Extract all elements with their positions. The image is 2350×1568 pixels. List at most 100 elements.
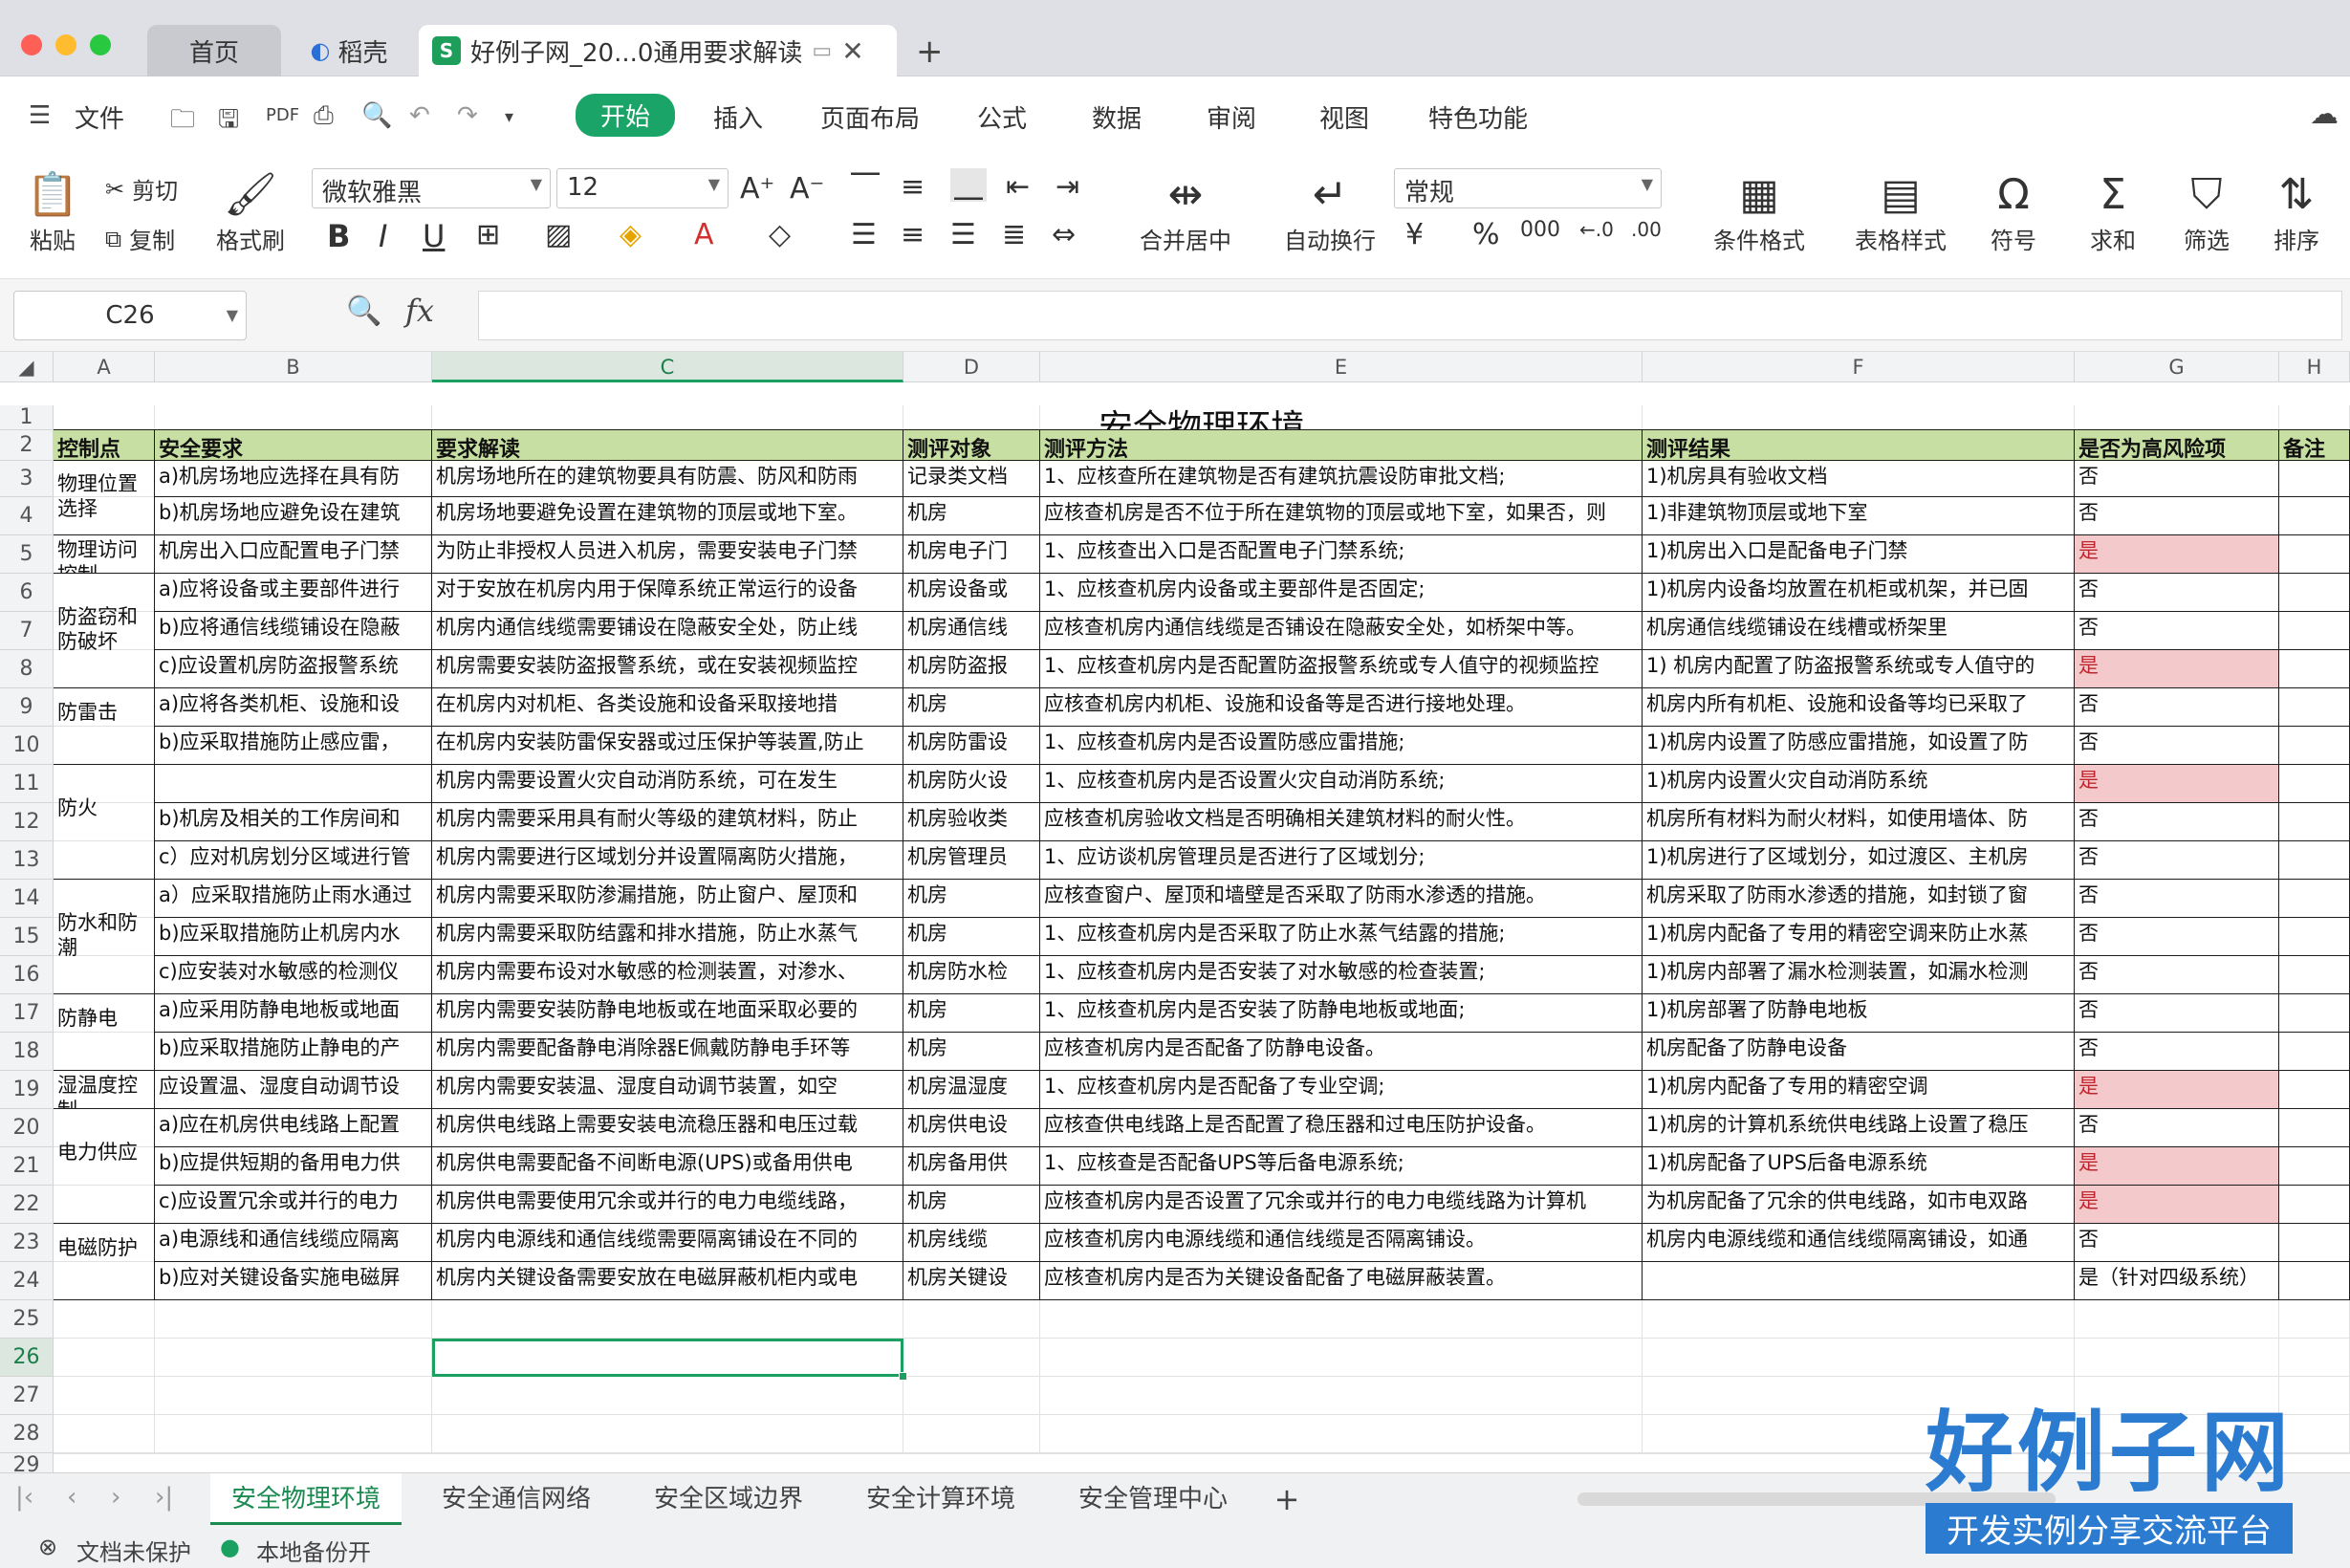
test-method-cell[interactable]: 应核查机房是否不位于所在建筑物的顶层或地下室，如果否，则 <box>1040 497 1643 535</box>
interpretation-cell[interactable]: 机房供电需要配备不间断电源(UPS)或备用供电 <box>432 1147 903 1186</box>
interpretation-cell[interactable]: 机房内需要采取防渗漏措施，防止窗户、屋顶和 <box>432 880 903 918</box>
test-method-cell[interactable]: 应核查机房内电源线缆和通信线缆是否隔离铺设。 <box>1040 1224 1643 1262</box>
protect-status[interactable]: 文档未保护 <box>76 1534 191 1567</box>
remark-cell[interactable] <box>2279 994 2350 1033</box>
test-result-cell[interactable]: 1)机房具有验收文档 <box>1643 461 2075 497</box>
row-header-19[interactable]: 19 <box>0 1071 54 1109</box>
cloud-icon[interactable]: ☁ <box>2310 98 2339 131</box>
requirement-cell[interactable]: b)应采取措施防止静电的产 <box>155 1033 432 1071</box>
requirement-cell[interactable]: b)应提供短期的备用电力供 <box>155 1147 432 1186</box>
quick-access-chevron-icon[interactable]: ▾ <box>505 107 513 127</box>
conditional-format-button[interactable]: ▦ 条件格式 <box>1692 168 1826 255</box>
align-bottom-icon[interactable]: ⎽ <box>950 168 987 202</box>
test-object-cell[interactable]: 机房 <box>903 497 1040 535</box>
sort-button[interactable]: ⇅ 排序 <box>2258 168 2335 255</box>
pdf-icon[interactable]: PDF <box>266 105 299 125</box>
test-object-cell[interactable]: 记录类文档 <box>903 461 1040 497</box>
align-middle-icon[interactable]: ≡ <box>901 170 925 204</box>
interpretation-cell[interactable]: 对于安放在机房内用于保障系统正常运行的设备 <box>432 574 903 612</box>
interpretation-cell[interactable]: 机房内需要安装防静电地板或在地面采取必要的 <box>432 994 903 1033</box>
test-method-cell[interactable]: 1、应核查所在建筑物是否有建筑抗震设防审批文档; <box>1040 461 1643 497</box>
test-result-cell[interactable]: 机房内电源线缆和通信线缆隔离铺设，如通 <box>1643 1224 2075 1262</box>
paste-button[interactable]: 📋 粘贴 <box>19 168 86 255</box>
high-risk-cell[interactable]: 否 <box>2075 803 2279 841</box>
eraser-icon[interactable]: ◇ <box>769 218 791 251</box>
interpretation-cell[interactable]: 机房供电线路上需要安装电流稳压器和电压过载 <box>432 1109 903 1147</box>
requirement-cell[interactable]: a)电源线和通信线缆应隔离 <box>155 1224 432 1262</box>
requirement-cell[interactable]: c）应对机房划分区域进行管 <box>155 841 432 880</box>
requirement-cell[interactable]: b)机房及相关的工作房间和 <box>155 803 432 841</box>
row-header-26[interactable]: 26 <box>0 1339 54 1377</box>
thousands-icon[interactable]: 000 <box>1520 218 1560 242</box>
test-object-cell[interactable]: 机房供电设 <box>903 1109 1040 1147</box>
formula-input[interactable] <box>478 291 2342 340</box>
remark-cell[interactable] <box>2279 1071 2350 1109</box>
fx-icon[interactable]: fx <box>405 293 434 329</box>
test-result-cell[interactable]: 1)非建筑物顶层或地下室 <box>1643 497 2075 535</box>
print-preview-icon[interactable]: 🔍 <box>361 101 392 130</box>
test-result-cell[interactable]: 1)机房内设置火灾自动消防系统 <box>1643 765 2075 803</box>
format-painter-button[interactable]: 🖌 格式刷 <box>212 168 289 255</box>
menu-data[interactable]: 数据 <box>1092 99 1142 135</box>
interpretation-cell[interactable]: 机房内需要进行区域划分并设置隔离防火措施， <box>432 841 903 880</box>
test-method-cell[interactable]: 1、应核查机房内是否安装了防静电地板或地面; <box>1040 994 1643 1033</box>
fill-color-icon[interactable]: ◈ <box>620 218 642 251</box>
remark-cell[interactable] <box>2279 688 2350 727</box>
high-risk-cell[interactable]: 是 <box>2075 535 2279 574</box>
test-object-cell[interactable]: 机房 <box>903 1033 1040 1071</box>
table-header-cell[interactable]: 测评结果 <box>1643 430 2075 461</box>
high-risk-cell[interactable]: 否 <box>2075 880 2279 918</box>
requirement-cell[interactable]: a)应采用防静电地板或地面 <box>155 994 432 1033</box>
remark-cell[interactable] <box>2279 535 2350 574</box>
active-cell-c26[interactable] <box>432 1339 903 1377</box>
interpretation-cell[interactable]: 在机房内安装防雷保安器或过压保护等装置,防止 <box>432 727 903 765</box>
table-header-cell[interactable]: 安全要求 <box>155 430 432 461</box>
font-name-select[interactable]: 微软雅黑 ▼ <box>312 168 551 208</box>
high-risk-cell[interactable]: 否 <box>2075 574 2279 612</box>
sheet-tab-management[interactable]: 安全管理中心 <box>1057 1473 1249 1525</box>
test-method-cell[interactable]: 1、应核查机房内是否采取了防止水蒸气结露的措施; <box>1040 918 1643 956</box>
interpretation-cell[interactable]: 机房内需要安装温、湿度自动调节装置，如空 <box>432 1071 903 1109</box>
test-method-cell[interactable]: 1、应核查机房内设备或主要部件是否固定; <box>1040 574 1643 612</box>
menu-view[interactable]: 视图 <box>1319 99 1369 135</box>
number-format-select[interactable]: 常规 ▼ <box>1394 168 1662 208</box>
justify-icon[interactable]: ≣ <box>1002 218 1026 251</box>
row-header-27[interactable]: 27 <box>0 1377 54 1415</box>
underline-icon[interactable]: U <box>423 218 445 254</box>
row-header-11[interactable]: 11 <box>0 765 54 803</box>
table-header-cell[interactable]: 要求解读 <box>432 430 903 461</box>
row-header-23[interactable]: 23 <box>0 1224 54 1262</box>
control-point-cell[interactable]: 电磁防护 <box>54 1224 155 1300</box>
test-result-cell[interactable]: 机房采取了防雨水渗透的措施，如封锁了窗 <box>1643 880 2075 918</box>
cut-button[interactable]: ✂ 剪切 <box>105 172 178 206</box>
interpretation-cell[interactable]: 机房场地要避免设置在建筑物的顶层或地下室。 <box>432 497 903 535</box>
remark-cell[interactable] <box>2279 1186 2350 1224</box>
requirement-cell[interactable]: c)应设置机房防盗报警系统 <box>155 650 432 688</box>
menu-formula[interactable]: 公式 <box>977 99 1027 135</box>
control-point-cell[interactable]: 物理访问控制 <box>54 535 155 574</box>
test-result-cell[interactable]: 1)机房内设置了防感应雷措施，如设置了防 <box>1643 727 2075 765</box>
interpretation-cell[interactable]: 机房内通信线缆需要铺设在隐蔽安全处，防止线 <box>432 612 903 650</box>
undo-icon[interactable]: ↶ <box>409 101 430 130</box>
name-box[interactable]: C26 ▼ <box>13 291 247 340</box>
zoom-search-icon[interactable]: 🔍 <box>346 294 381 328</box>
test-method-cell[interactable]: 应核查机房内通信线缆是否铺设在隐蔽安全处，如桥架中等。 <box>1040 612 1643 650</box>
remark-cell[interactable] <box>2279 765 2350 803</box>
test-method-cell[interactable]: 1、应核查机房内是否设置火灾自动消防系统; <box>1040 765 1643 803</box>
next-sheet-icon[interactable]: › <box>111 1483 120 1512</box>
requirement-cell[interactable]: a)应在机房供电线路上配置 <box>155 1109 432 1147</box>
control-point-cell[interactable]: 防雷击 <box>54 688 155 765</box>
remark-cell[interactable] <box>2279 727 2350 765</box>
interpretation-cell[interactable]: 机房内需要采取防结露和排水措施，防止水蒸气 <box>432 918 903 956</box>
high-risk-cell[interactable]: 是 <box>2075 1147 2279 1186</box>
test-method-cell[interactable]: 应核查窗户、屋顶和墙壁是否采取了防雨水渗透的措施。 <box>1040 880 1643 918</box>
italic-icon[interactable]: I <box>379 218 387 254</box>
column-header-f[interactable]: F <box>1643 352 2075 382</box>
remark-cell[interactable] <box>2279 918 2350 956</box>
requirement-cell[interactable]: c)应设置冗余或并行的电力 <box>155 1186 432 1224</box>
save-icon[interactable]: 🖫 <box>218 101 239 143</box>
test-result-cell[interactable]: 机房配备了防静电设备 <box>1643 1033 2075 1071</box>
copy-button[interactable]: ⧉ 复制 <box>105 222 175 255</box>
interpretation-cell[interactable]: 机房内需要设置火灾自动消防系统，可在发生 <box>432 765 903 803</box>
row-header-28[interactable]: 28 <box>0 1415 54 1453</box>
